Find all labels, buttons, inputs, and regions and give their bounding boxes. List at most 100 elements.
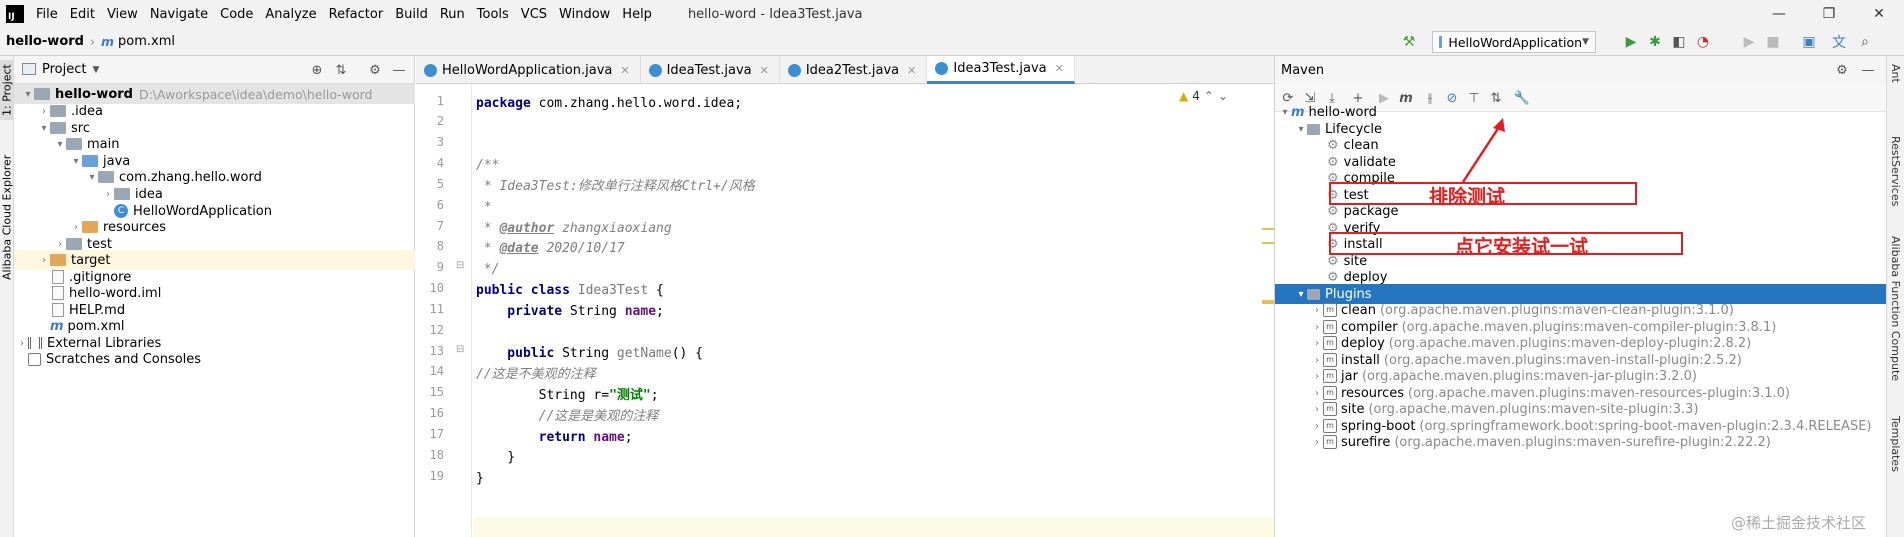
chevron-down-icon: ▾ <box>25 88 31 100</box>
code-line-15[interactable]: //这是是美观的注释 <box>476 407 659 427</box>
code-line-10[interactable]: private String name; <box>476 302 664 322</box>
code-line-8[interactable]: */ <box>476 260 500 280</box>
gear-icon: ⚙ <box>1327 269 1339 285</box>
breadcrumb-file[interactable]: pom.xml <box>118 34 175 49</box>
tab-idea2test[interactable]: Idea2Test.java ✕ <box>780 56 928 84</box>
close-icon[interactable]: ✕ <box>620 64 629 77</box>
run-icon[interactable]: ▶ <box>1622 33 1640 51</box>
collapse-all-icon[interactable]: ⇅ <box>332 61 350 79</box>
tree-item-label: Scratches and Consoles <box>46 351 202 367</box>
resources-folder-icon <box>82 221 98 233</box>
profile-icon[interactable]: ◔ <box>1694 33 1712 51</box>
tree-item-label: com.zhang.hello.word <box>119 169 262 185</box>
chevron-down-icon: ▾ <box>1298 288 1304 300</box>
close-icon[interactable]: ✕ <box>1055 62 1064 75</box>
menu-run[interactable]: Run <box>440 7 465 22</box>
chevron-right-icon: › <box>1315 321 1319 333</box>
chevron-down-icon: ▾ <box>89 171 95 183</box>
annotation-install: 点它安装试一试 <box>1455 236 1589 258</box>
tab-label: HelloWordApplication.java <box>442 62 613 78</box>
chevron-up-icon[interactable]: ⌃ <box>1204 89 1214 103</box>
close-icon[interactable]: ✕ <box>760 64 769 77</box>
code-line-1[interactable]: package com.zhang.hello.word.idea; <box>476 94 742 114</box>
code-line-5[interactable]: * <box>476 198 492 218</box>
project-panel-title[interactable]: Project <box>42 62 86 77</box>
code-line-9[interactable]: public class Idea3Test { <box>476 281 664 301</box>
code-line-7[interactable]: * @date 2020/10/17 <box>476 239 625 259</box>
menu-window[interactable]: Window <box>559 7 610 22</box>
hide-panel-icon[interactable]: — <box>1859 61 1877 79</box>
tab-hellowordapplication[interactable]: HelloWordApplication.java ✕ <box>416 56 641 84</box>
debug-icon[interactable]: ✱ <box>1646 33 1664 51</box>
tab-function-compute[interactable]: Alibaba Function Compute <box>1889 236 1902 381</box>
code-line-6[interactable]: * @author zhangxiaoxiang <box>476 219 672 239</box>
inspection-indicator[interactable]: ▲ 4 ⌃ ⌄ <box>1179 89 1228 103</box>
close-window-button[interactable]: ✕ <box>1854 0 1904 28</box>
breadcrumb-project[interactable]: hello-word <box>6 34 84 49</box>
folder-icon <box>66 238 82 250</box>
stop-icon[interactable]: ■ <box>1764 33 1782 51</box>
code-line-16[interactable]: return name; <box>476 428 633 448</box>
fold-icon[interactable]: ⊟ <box>456 344 464 355</box>
ide-window: IJ File Edit View Navigate Code Analyze … <box>0 0 1904 537</box>
menu-help[interactable]: Help <box>622 7 652 22</box>
warning-stripe-marker[interactable] <box>1262 228 1274 230</box>
tab-alibaba-cloud-explorer[interactable]: Alibaba Cloud Explorer <box>0 152 14 282</box>
hide-panel-icon[interactable]: — <box>390 61 408 79</box>
menu-code[interactable]: Code <box>220 7 253 22</box>
code-line-18[interactable]: } <box>476 469 484 489</box>
project-structure-icon[interactable]: ▣ <box>1800 33 1818 51</box>
chevron-right-icon: › <box>1315 370 1319 382</box>
code-line-17[interactable]: } <box>476 448 515 468</box>
line-number: 17 <box>429 427 444 441</box>
warning-stripe-marker[interactable] <box>1262 302 1274 304</box>
fold-icon[interactable]: ⊟ <box>456 260 464 271</box>
tab-ant[interactable]: Ant <box>1889 64 1902 83</box>
rerun-icon[interactable]: ▶ <box>1740 33 1758 51</box>
warning-stripe-marker[interactable] <box>1262 242 1274 244</box>
project-panel: Project ▼ ⊕ ⇅ ⚙ — ▾ hello-word D:\Aworks… <box>14 56 415 537</box>
menu-navigate[interactable]: Navigate <box>150 7 208 22</box>
plugin-surefire[interactable]: › m surefire (org.apache.maven.plugins:mave… <box>1275 432 1887 452</box>
gear-icon[interactable]: ⚙ <box>366 61 384 79</box>
line-number: 6 <box>436 198 444 212</box>
translate-icon[interactable]: 文 <box>1830 33 1848 51</box>
close-icon[interactable]: ✕ <box>907 64 916 77</box>
menu-analyze[interactable]: Analyze <box>265 7 316 22</box>
minimize-button[interactable]: — <box>1754 0 1804 28</box>
run-configuration-select[interactable]: HelloWordApplication ▼ <box>1432 31 1596 53</box>
chevron-down-icon[interactable]: ⌄ <box>1218 89 1228 103</box>
tab-ideatest[interactable]: IdeaTest.java ✕ <box>641 56 780 84</box>
code-line-13[interactable]: //这是不美观的注释 <box>476 365 596 385</box>
locate-file-icon[interactable]: ⊕ <box>308 61 326 79</box>
maximize-button[interactable]: ❐ <box>1804 0 1854 28</box>
tab-restservices[interactable]: RestServices <box>1889 136 1902 206</box>
chevron-right-icon: › <box>1315 337 1319 349</box>
code-line-12[interactable]: public String getName() { <box>476 344 703 364</box>
editor-tab-bar: HelloWordApplication.java ✕ IdeaTest.jav… <box>416 56 1274 84</box>
menu-build[interactable]: Build <box>395 7 428 22</box>
code-line-3[interactable]: /** <box>476 156 499 176</box>
search-everywhere-icon[interactable]: ⌕ <box>1856 33 1874 51</box>
code-line-4[interactable]: * Idea3Test:修改单行注释风格Ctrl+/风格 <box>476 177 755 197</box>
code-line-14[interactable]: String r="测试"; <box>476 386 659 406</box>
plugin-icon: m <box>1323 386 1337 400</box>
chevron-down-icon[interactable]: ▼ <box>92 65 99 75</box>
tab-ros-templates[interactable]: Alibaba ROS Templates <box>1889 416 1904 537</box>
build-hammer-icon[interactable]: ⚒ <box>1400 33 1418 51</box>
menu-tools[interactable]: Tools <box>477 7 509 22</box>
maven-panel-header: Maven ⚙ — <box>1275 56 1886 84</box>
menu-view[interactable]: View <box>107 7 138 22</box>
chevron-right-icon: › <box>106 188 110 200</box>
menu-file[interactable]: File <box>36 7 58 22</box>
maven-project-icon: m <box>1291 104 1305 120</box>
menu-refactor[interactable]: Refactor <box>329 7 384 22</box>
menu-vcs[interactable]: VCS <box>521 7 547 22</box>
tab-project[interactable]: 1: Project <box>0 60 14 120</box>
coverage-icon[interactable]: ◧ <box>1670 33 1688 51</box>
menu-edit[interactable]: Edit <box>70 7 95 22</box>
tree-item-scratches[interactable]: Scratches and Consoles <box>14 349 415 369</box>
tab-idea3test[interactable]: Idea3Test.java ✕ <box>927 56 1075 84</box>
folder-icon <box>1307 288 1320 300</box>
gear-icon[interactable]: ⚙ <box>1833 61 1851 79</box>
